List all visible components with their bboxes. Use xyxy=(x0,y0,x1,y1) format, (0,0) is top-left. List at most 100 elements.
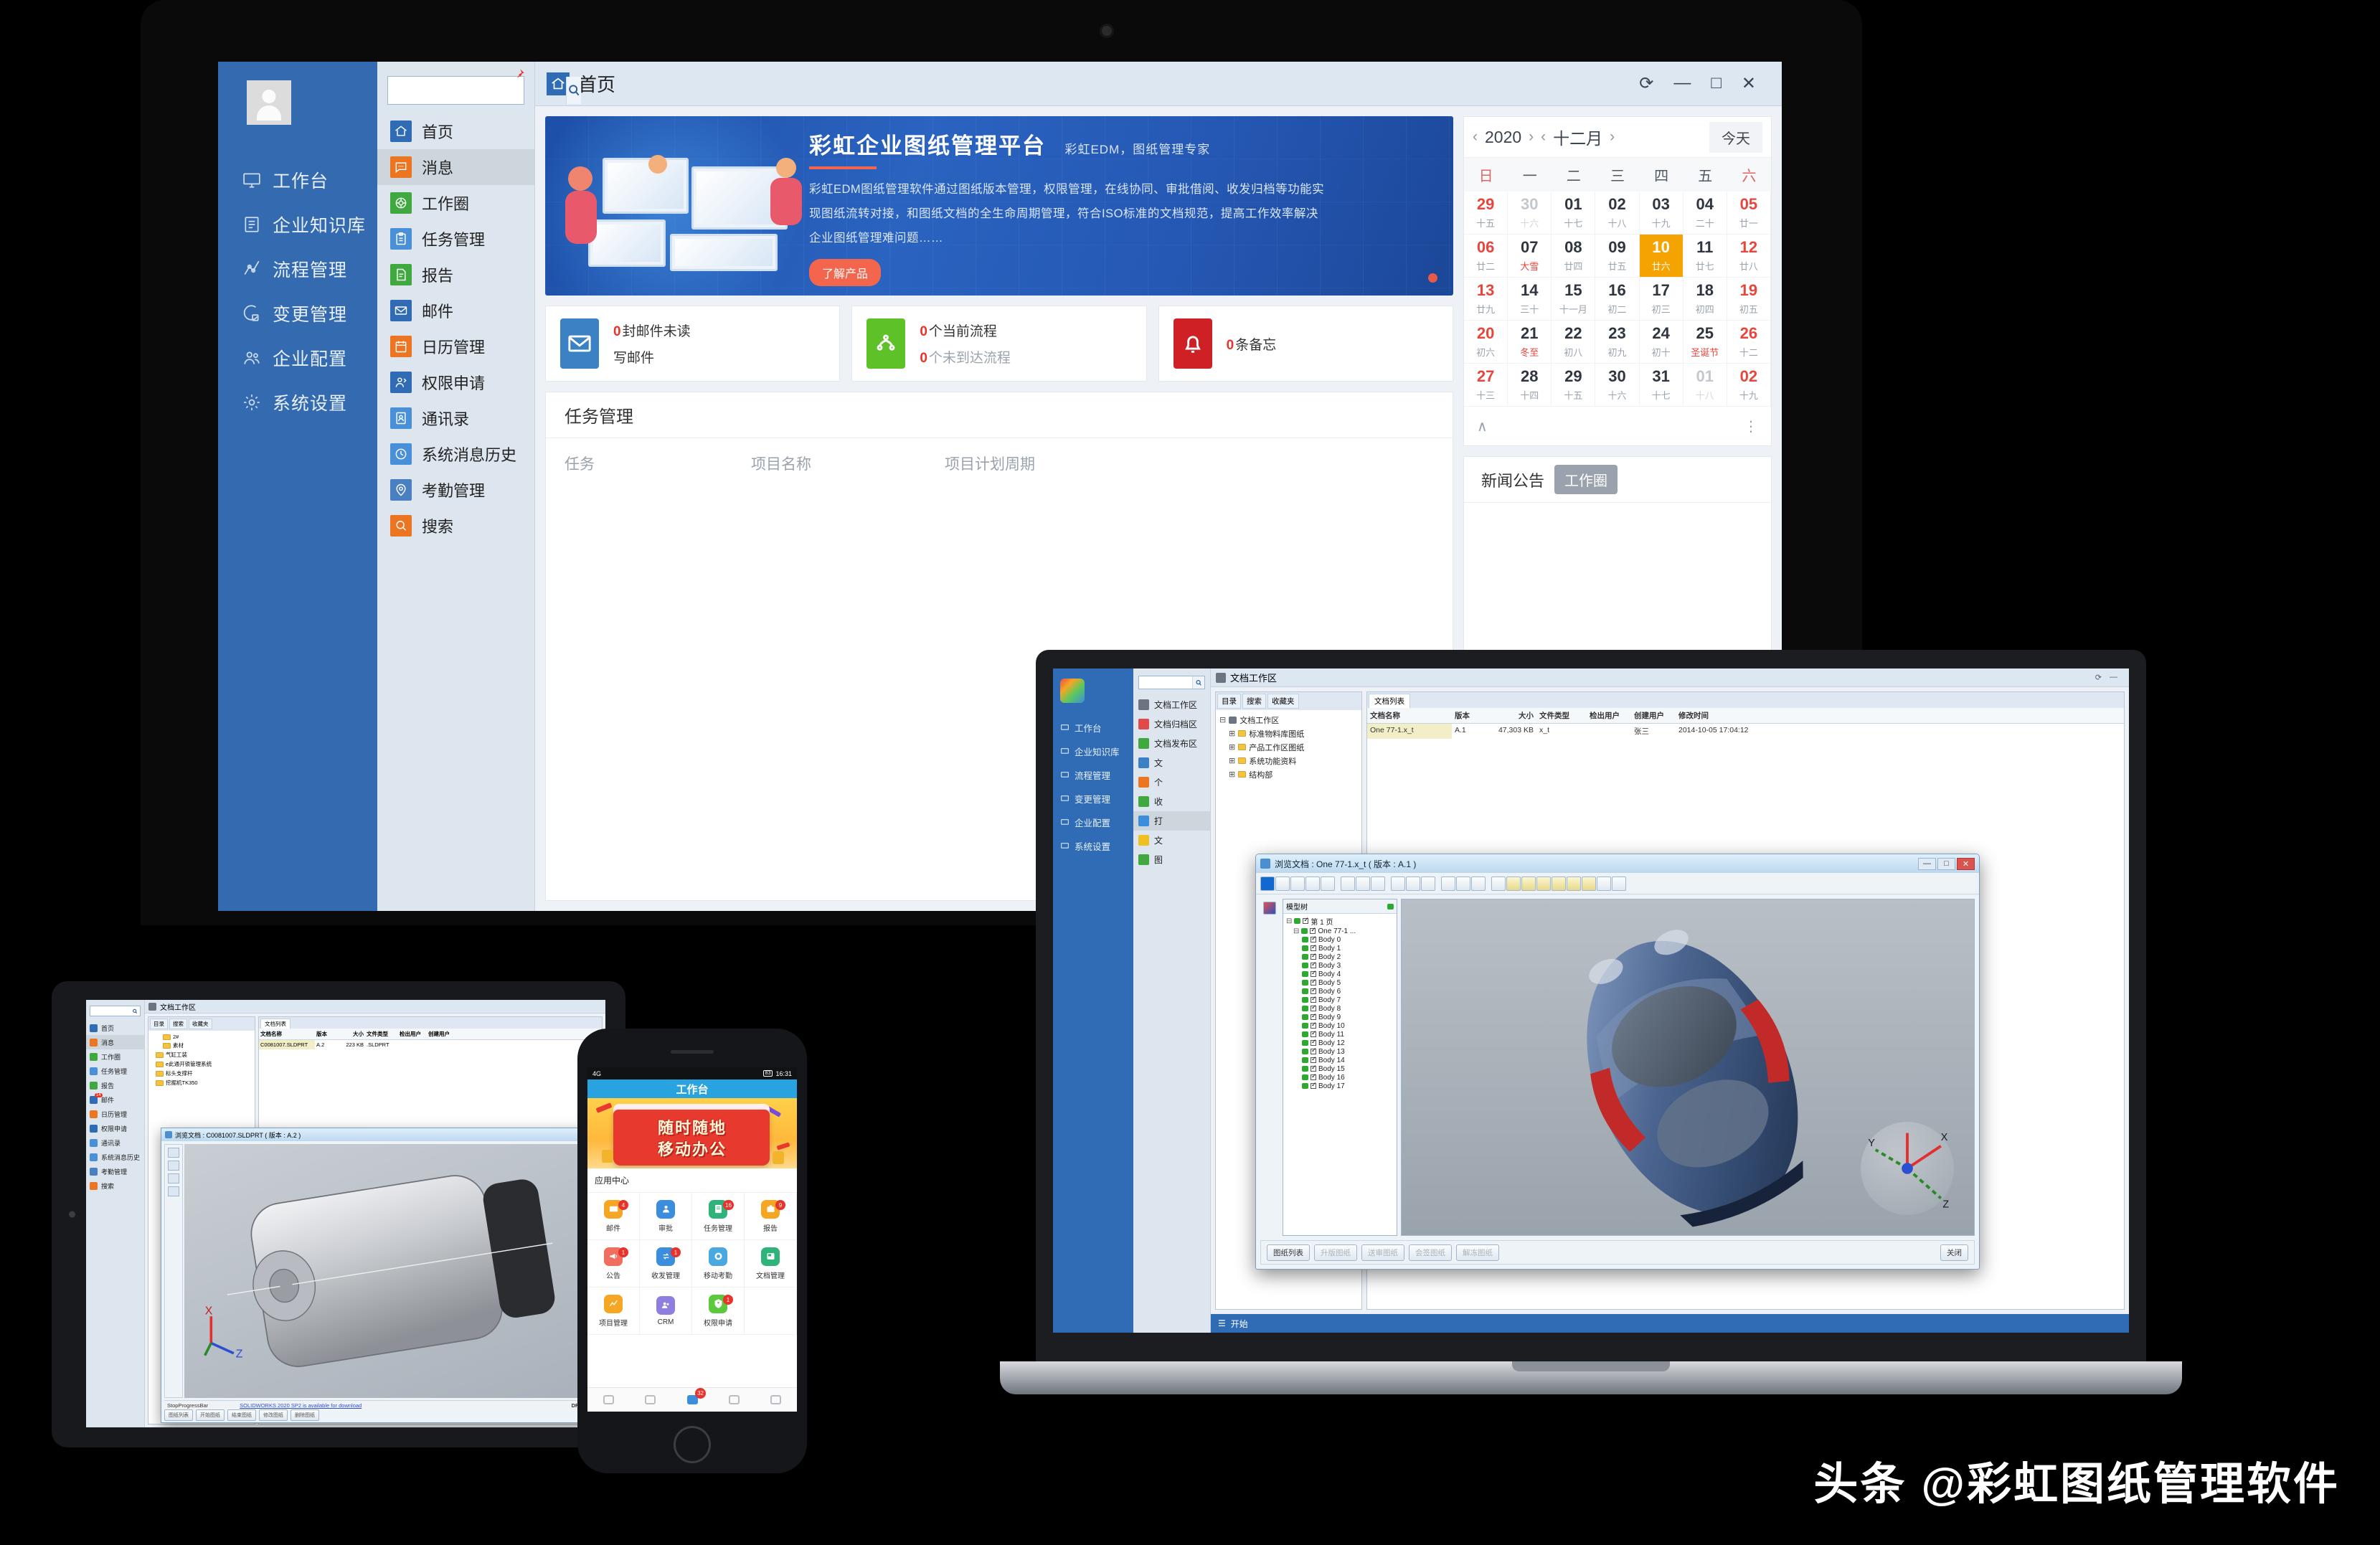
stat-card-process[interactable]: 0 个当前流程 0 个未到达流程 xyxy=(851,306,1147,382)
toolbar-button[interactable] xyxy=(1597,876,1611,891)
checkbox[interactable] xyxy=(1303,916,1309,924)
laptop-menu-item[interactable]: 文 xyxy=(1133,753,1210,772)
checkbox[interactable] xyxy=(1311,1046,1317,1054)
checkbox[interactable] xyxy=(1311,943,1317,951)
calendar-day[interactable]: 29 十五 xyxy=(1552,364,1596,407)
toolbar-button[interactable] xyxy=(1336,877,1340,891)
checkbox[interactable] xyxy=(1311,1021,1317,1029)
dialog-footer-button[interactable]: 送审图纸 xyxy=(1361,1244,1404,1261)
refresh-button[interactable]: ⟳ xyxy=(2095,673,2102,682)
toolbar-button[interactable] xyxy=(1290,876,1305,891)
toolbar-button[interactable] xyxy=(1391,876,1405,891)
laptop-menu-item[interactable]: 图 xyxy=(1133,850,1210,869)
table-row[interactable]: One 77-1.x_t A.1 47,303 KB x_t 张三 2014-10-05 … xyxy=(1367,724,2124,739)
sidebar-item-change[interactable]: 变更管理 xyxy=(218,291,377,336)
toolbar-button[interactable] xyxy=(1421,876,1435,891)
calendar-day[interactable]: 03 十九 xyxy=(1639,192,1684,235)
model-tree-body-row[interactable]: Body 8 xyxy=(1286,1003,1394,1013)
calendar-day[interactable]: 20 初六 xyxy=(1464,321,1508,364)
calendar-day[interactable]: 01 十七 xyxy=(1552,192,1596,235)
checkbox[interactable] xyxy=(1311,969,1317,977)
calendar-day[interactable]: 15 十一月 xyxy=(1552,278,1596,321)
minimize-button[interactable]: — xyxy=(1673,73,1691,94)
dialog-close-button[interactable]: 关闭 xyxy=(1940,1244,1968,1261)
close-button[interactable]: ✕ xyxy=(1957,857,1975,870)
calendar-day[interactable]: 23 初九 xyxy=(1595,321,1640,364)
checkbox[interactable] xyxy=(1311,1029,1317,1037)
checkbox[interactable] xyxy=(1311,960,1317,968)
search-button[interactable] xyxy=(1192,676,1204,689)
phone-home-button[interactable] xyxy=(674,1426,711,1463)
tablet-menu-item[interactable]: 任务管理 xyxy=(86,1064,144,1078)
toolbar-button[interactable] xyxy=(1456,876,1470,891)
tablet-tree-node[interactable]: e此通开锁管理系统 xyxy=(151,1059,252,1069)
tablet-list-column-header[interactable]: 文件类型 xyxy=(365,1029,398,1039)
app-icon-fingerprint[interactable]: 移动考勤 xyxy=(692,1240,745,1288)
calendar-day[interactable]: 29 十五 xyxy=(1464,192,1508,235)
calendar-day[interactable]: 14 三十 xyxy=(1508,278,1552,321)
toolbar-button[interactable] xyxy=(1275,876,1290,891)
tree-node[interactable]: ⊞ 产品工作区图纸 xyxy=(1219,740,1358,754)
app-icon-key[interactable]: 1 权限申请 xyxy=(692,1288,745,1335)
tablet-menu-item[interactable]: 消息 xyxy=(86,1035,144,1049)
prev-year-button[interactable]: ‹ xyxy=(1473,128,1478,146)
tablet-menu-item[interactable]: 首页 xyxy=(86,1021,144,1035)
stamp-icon[interactable] xyxy=(168,1173,179,1183)
toolbar-button[interactable] xyxy=(1471,876,1486,891)
start-button[interactable]: 开始 xyxy=(1231,1318,1248,1330)
collapse-icon[interactable]: ∧ xyxy=(1477,417,1488,435)
stat-card-mail[interactable]: 0 封邮件未读 写邮件 xyxy=(545,306,841,382)
model-tree-body-row[interactable]: Body 10 xyxy=(1286,1021,1394,1030)
checkbox[interactable] xyxy=(1310,926,1316,934)
axis-gizmo[interactable]: X Y Z xyxy=(1861,1122,1954,1215)
laptop-menu-item[interactable]: 个 xyxy=(1133,772,1210,792)
calendar-day[interactable]: 02 十八 xyxy=(1595,192,1640,235)
calendar-day[interactable]: 01 十八 xyxy=(1683,364,1727,407)
menu-item-search[interactable]: 搜索 xyxy=(377,508,534,544)
dialog-footer-button[interactable]: 解冻图纸 xyxy=(1456,1244,1499,1261)
calendar-day[interactable]: 31 十七 xyxy=(1639,364,1684,407)
calendar-day[interactable]: 24 初十 xyxy=(1639,321,1684,364)
tab-document-list[interactable]: 文档列表 xyxy=(1369,694,1410,708)
tree-tab[interactable]: 收藏夹 xyxy=(1267,694,1299,709)
model-tree-root[interactable]: ⊟ 第 1 页 xyxy=(1286,915,1394,927)
menu-item-permission[interactable]: 权限申请 xyxy=(377,364,534,400)
dialog-footer-button[interactable]: 升版图纸 xyxy=(1314,1244,1357,1261)
laptop-sidebar-item[interactable]: 企业配置 xyxy=(1053,811,1133,834)
tab-workbench[interactable]: 32 xyxy=(671,1388,713,1412)
tablet-menu-item[interactable]: 通讯录 xyxy=(86,1135,144,1150)
more-icon[interactable]: ⋮ xyxy=(1744,417,1758,435)
tab-workcircle[interactable]: 工作圈 xyxy=(1554,465,1618,494)
app-icon-exchange[interactable]: 1 收发管理 xyxy=(640,1240,692,1288)
laptop-sidebar-item[interactable]: 变更管理 xyxy=(1053,787,1133,811)
tab-news[interactable]: 新闻公告 xyxy=(1481,468,1544,491)
dialog-footer-button[interactable]: 会签图纸 xyxy=(1409,1244,1452,1261)
toolbar-button[interactable] xyxy=(1521,876,1536,891)
toolbar-button[interactable] xyxy=(1506,876,1521,891)
model-tree-body-row[interactable]: Body 13 xyxy=(1286,1046,1394,1056)
tablet-list-column-header[interactable]: 大小 xyxy=(341,1029,365,1039)
menu-item-mail[interactable]: 邮件 xyxy=(377,293,534,329)
tablet-table-row[interactable]: C0081007.SLDPRT A.2 223 KB .SLDPRT xyxy=(259,1040,602,1049)
toolbar-button[interactable] xyxy=(1436,877,1440,891)
calendar-day[interactable]: 30 十六 xyxy=(1595,364,1640,407)
maximize-button[interactable]: □ xyxy=(1711,73,1722,94)
app-icon-report[interactable]: 9 报告 xyxy=(745,1193,797,1240)
checkbox[interactable] xyxy=(1311,1003,1317,1011)
app-icon-approve[interactable]: 审批 xyxy=(640,1193,692,1240)
model-3d-view[interactable]: X Y Z xyxy=(1401,899,1975,1236)
tablet-footer-button[interactable]: 结束图纸 xyxy=(227,1409,256,1421)
tablet-tree-tab[interactable]: 目录 xyxy=(150,1019,168,1029)
menu-item-workcircle[interactable]: 工作圈 xyxy=(377,185,534,221)
tree-tab[interactable]: 搜索 xyxy=(1242,694,1266,709)
calendar-day[interactable]: 22 初八 xyxy=(1552,321,1596,364)
tablet-tree-node[interactable]: 挖掘机TK350 xyxy=(151,1078,252,1087)
calendar-day[interactable]: 12 廿八 xyxy=(1727,235,1771,278)
status-link[interactable]: SOLIDWORKS 2020 SP2 is available for dow… xyxy=(240,1402,362,1409)
carousel-dot[interactable] xyxy=(1428,273,1437,283)
toolbar-button[interactable] xyxy=(1386,877,1390,891)
tablet-list-column-header[interactable]: 版本 xyxy=(315,1029,341,1039)
toolbar-button[interactable] xyxy=(1536,876,1551,891)
checkbox[interactable] xyxy=(1311,935,1317,942)
sidebar-item-workbench[interactable]: 工作台 xyxy=(218,158,377,202)
